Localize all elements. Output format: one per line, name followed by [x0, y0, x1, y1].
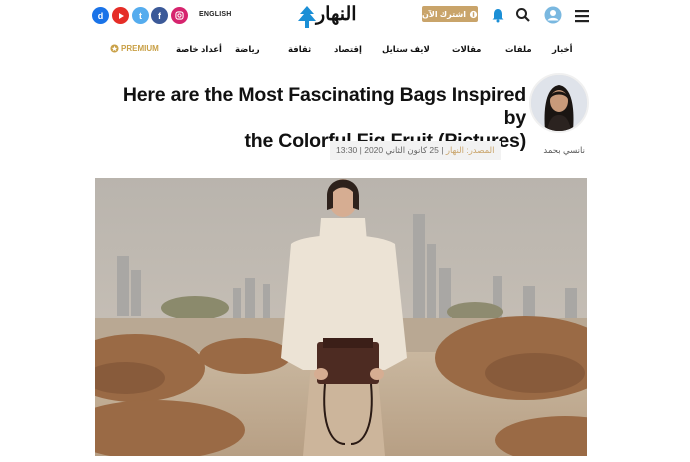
nav-item-articles[interactable]: مقالات [452, 44, 481, 55]
instagram-icon[interactable] [171, 7, 188, 24]
author-avatar[interactable] [529, 73, 589, 133]
user-icon[interactable] [544, 6, 562, 24]
subscribe-icon [469, 10, 478, 18]
facebook-icon[interactable]: f [151, 7, 168, 24]
menu-icon[interactable] [575, 9, 590, 23]
top-bar: d t f ENGLISH النهار اشترك الآن [0, 0, 690, 34]
dailymotion-icon[interactable]: d [92, 7, 109, 24]
nav-item-economy[interactable]: إقتصاد [334, 44, 362, 55]
fashion-photo [95, 178, 587, 456]
hero-image [95, 178, 587, 456]
nav-item-sports[interactable]: رياضة [235, 44, 260, 55]
subscribe-label: اشترك الآن [422, 9, 466, 19]
main-nav: أخبار ملفات مقالات لايف ستايل إقتصاد ثقا… [0, 44, 690, 60]
premium-icon [110, 44, 119, 53]
byline-separator: | [438, 145, 444, 155]
article-title-line1: Here are the Most Fascinating Bags Inspi… [122, 84, 526, 129]
nav-item-special-issues[interactable]: أعداد خاصة [176, 44, 222, 55]
language-switch[interactable]: ENGLISH [199, 11, 232, 18]
twitter-icon[interactable]: t [132, 7, 149, 24]
premium-label: PREMIUM [121, 44, 159, 53]
nav-item-news[interactable]: أخبار [552, 44, 573, 55]
author-photo-image [531, 75, 587, 131]
article-date: 25 كانون الثاني 2020 | 13:30 [336, 145, 439, 155]
article-source[interactable]: المصدر: النهار [446, 145, 495, 155]
logo-text: النهار [316, 3, 357, 25]
search-icon[interactable] [515, 7, 531, 23]
premium-link[interactable]: PREMIUM [110, 44, 159, 53]
youtube-icon[interactable] [112, 7, 129, 24]
author-name[interactable]: نانسي بحمد [529, 145, 585, 156]
nav-item-culture[interactable]: ثقافة [288, 44, 311, 55]
bell-icon[interactable] [490, 7, 506, 23]
nav-item-lifestyle[interactable]: لايف ستايل [382, 44, 430, 55]
subscribe-button[interactable]: اشترك الآن [422, 6, 478, 22]
article-byline: المصدر: النهار | 25 كانون الثاني 2020 | … [330, 141, 501, 160]
nav-item-files[interactable]: ملفات [505, 44, 532, 55]
